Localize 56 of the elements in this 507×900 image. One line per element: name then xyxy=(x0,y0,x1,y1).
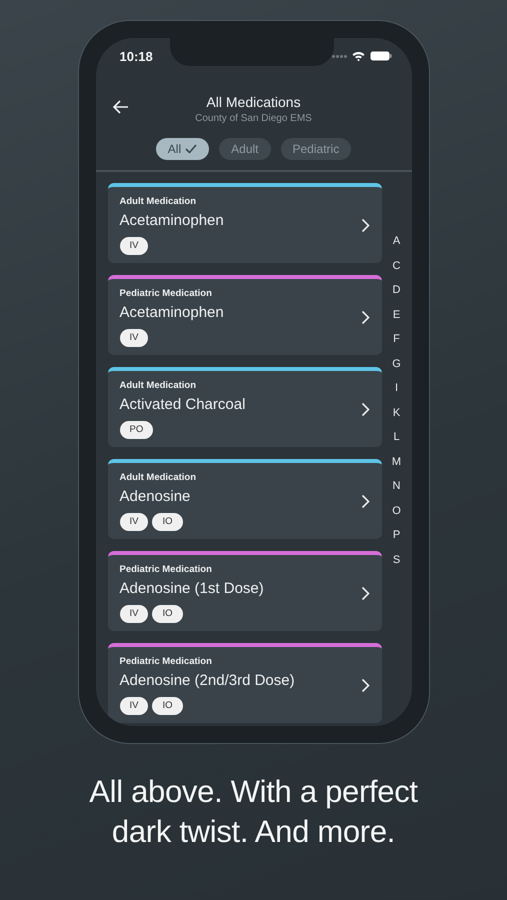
index-letter[interactable]: P xyxy=(392,523,400,548)
medication-category: Pediatric Medication xyxy=(120,288,213,298)
medication-category: Adult Medication xyxy=(120,380,198,390)
index-letter[interactable]: E xyxy=(392,302,400,327)
medication-category: Pediatric Medication xyxy=(120,656,213,666)
screen-subtitle: County of San Diego EMS xyxy=(195,113,312,124)
route-tag: IO xyxy=(152,696,183,714)
medication-category: Adult Medication xyxy=(120,472,198,482)
medication-name: Acetaminophen xyxy=(120,304,225,320)
medication-card[interactable]: Pediatric Medication Adenosine (2nd/3rd Dose) IV IO xyxy=(108,643,382,723)
medication-name: Activated Charcoal xyxy=(120,396,246,412)
chevron-right-icon xyxy=(360,494,370,508)
route-tag: PO xyxy=(120,420,154,438)
chevron-right-icon xyxy=(360,402,370,416)
medication-name: Acetaminophen xyxy=(120,212,225,228)
chevron-right-icon xyxy=(360,586,370,600)
route-tag: IV xyxy=(120,604,148,622)
index-letter[interactable]: K xyxy=(392,400,400,425)
promo-caption: All above. With a perfect dark twist. And more. xyxy=(88,773,419,851)
route-tag: IV xyxy=(120,328,148,346)
checkmark-icon xyxy=(185,144,198,154)
screen-title: All Medications xyxy=(206,94,301,110)
medication-card[interactable]: Adult Medication Adenosine IV IO xyxy=(108,459,382,539)
chevron-right-icon xyxy=(360,310,370,324)
medication-category: Adult Medication xyxy=(120,196,198,206)
index-letter[interactable]: O xyxy=(392,498,401,523)
medication-card[interactable]: Pediatric Medication Acetaminophen IV xyxy=(108,275,382,355)
chevron-right-icon xyxy=(360,218,370,232)
index-letter[interactable]: A xyxy=(392,229,400,254)
chevron-right-icon xyxy=(360,678,370,692)
route-tag: IV xyxy=(120,512,148,530)
medication-name: Adenosine (1st Dose) xyxy=(120,580,265,596)
route-tag: IV xyxy=(120,236,148,254)
index-letter[interactable]: I xyxy=(394,376,398,400)
index-letter[interactable]: G xyxy=(392,352,401,376)
medication-card[interactable]: Pediatric Medication Adenosine (1st Dose) IV IO xyxy=(108,551,382,631)
wifi-icon xyxy=(352,51,364,61)
index-letter[interactable]: C xyxy=(392,254,400,278)
index-letter[interactable]: L xyxy=(393,425,400,450)
medication-card[interactable]: Adult Medication Acetaminophen IV xyxy=(108,183,382,263)
signal-icon xyxy=(332,54,346,58)
medication-name: Adenosine xyxy=(120,488,192,504)
battery-icon xyxy=(370,51,392,61)
index-letter[interactable]: M xyxy=(392,450,402,474)
route-tag: IO xyxy=(152,604,183,622)
index-letter[interactable]: D xyxy=(392,278,400,302)
route-tag: IO xyxy=(152,512,183,530)
status-time: 10:18 xyxy=(120,48,153,64)
medication-category: Pediatric Medication xyxy=(120,564,213,574)
index-letter[interactable]: N xyxy=(392,474,400,498)
index-letter[interactable]: S xyxy=(392,548,400,572)
route-tag: IV xyxy=(120,696,148,714)
medication-card[interactable]: Adult Medication Activated Charcoal PO xyxy=(108,367,382,447)
filter-chip[interactable]: All xyxy=(156,138,210,160)
medication-name: Adenosine (2nd/3rd Dose) xyxy=(120,672,296,688)
index-letter[interactable]: F xyxy=(393,327,400,352)
